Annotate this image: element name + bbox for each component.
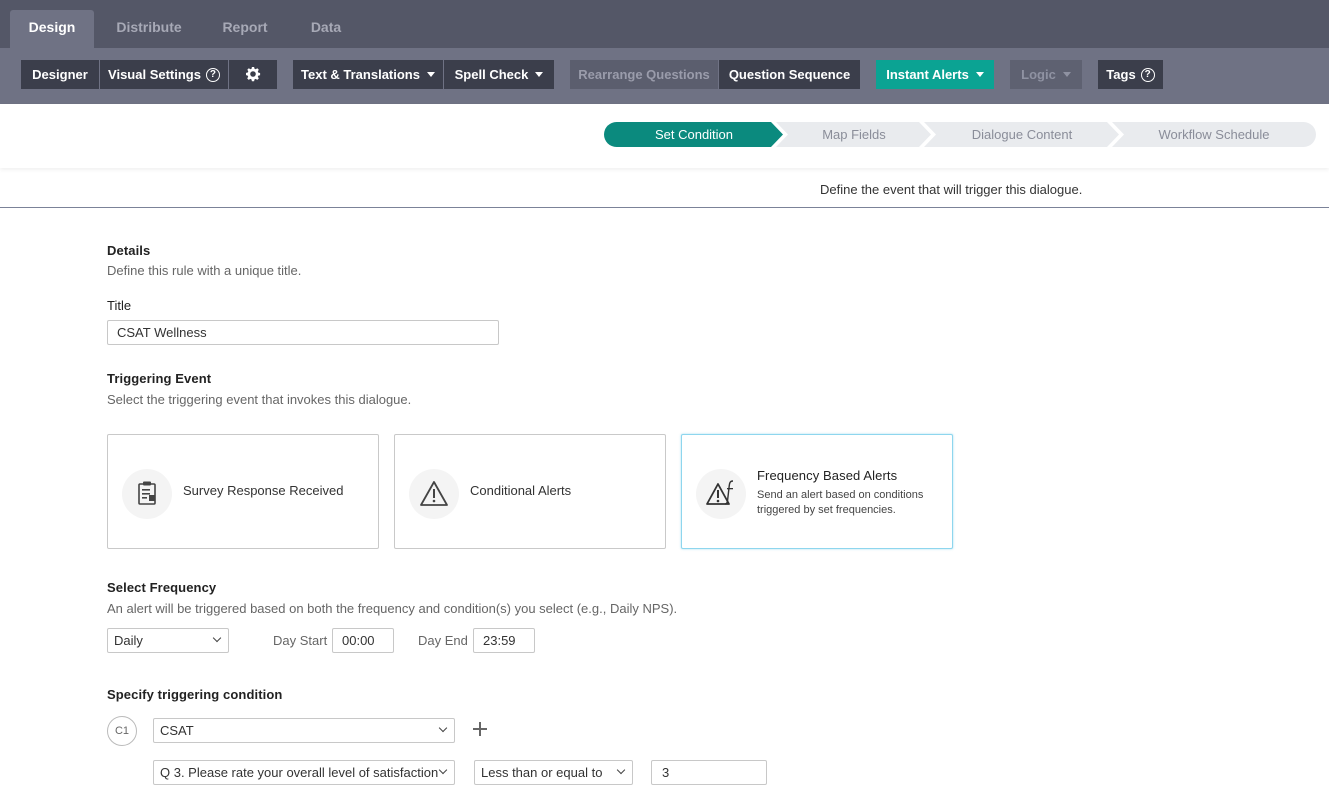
triggering-event-heading: Triggering Event — [107, 371, 212, 386]
question-sequence-button[interactable]: Question Sequence — [719, 60, 860, 89]
details-heading: Details — [107, 243, 151, 258]
event-card-frequency-alerts[interactable]: Frequency Based Alerts Send an alert bas… — [681, 434, 953, 549]
details-description: Define this rule with a unique title. — [107, 263, 302, 278]
design-toolbar: Designer Visual Settings? Text & Transla… — [0, 48, 1329, 104]
event-card-survey-response[interactable]: Survey Response Received — [107, 434, 379, 549]
step-workflow-schedule[interactable]: Workflow Schedule — [1112, 122, 1316, 147]
day-end-label: Day End — [418, 633, 468, 648]
instant-alerts-dropdown[interactable]: Instant Alerts — [876, 60, 994, 89]
help-icon: ? — [1140, 67, 1155, 82]
day-start-label: Day Start — [273, 633, 328, 648]
step-set-condition[interactable]: Set Condition — [604, 122, 784, 147]
visual-settings-button[interactable]: Visual Settings? — [100, 60, 228, 89]
gear-icon — [246, 67, 261, 82]
step-subtitle: Define the event that will trigger this … — [820, 182, 1083, 197]
wizard-stepper: Set Condition Map Fields Dialogue Conten… — [0, 104, 1329, 168]
event-card-title: Survey Response Received — [183, 483, 344, 498]
condition-heading: Specify triggering condition — [107, 687, 283, 702]
condition-badge: C1 — [107, 716, 137, 746]
step-map-fields[interactable]: Map Fields — [776, 122, 932, 147]
logic-dropdown[interactable]: Logic — [1010, 60, 1082, 89]
frequency-description: An alert will be triggered based on both… — [107, 601, 678, 616]
condition-metric-select[interactable]: CSAT — [153, 718, 455, 743]
condition-operator-select[interactable]: Less than or equal to — [474, 760, 633, 785]
frequency-select[interactable]: Daily — [107, 628, 229, 653]
warning-icon — [409, 469, 459, 519]
tags-button[interactable]: Tags? — [1098, 60, 1163, 89]
title-input[interactable]: CSAT Wellness — [107, 320, 499, 345]
clipboard-icon — [122, 469, 172, 519]
text-translations-dropdown[interactable]: Text & Translations — [293, 60, 443, 89]
day-end-input[interactable]: 23:59 — [473, 628, 535, 653]
condition-question-select[interactable]: Q 3. Please rate your overall level of s… — [153, 760, 455, 785]
caret-down-icon — [975, 72, 984, 78]
triggering-event-description: Select the triggering event that invokes… — [107, 392, 412, 407]
top-nav: Design Distribute Report Data — [0, 0, 1329, 48]
condition-value-input[interactable]: 3 — [651, 760, 767, 785]
designer-button[interactable]: Designer — [21, 60, 99, 89]
caret-down-icon — [426, 72, 435, 78]
event-card-title: Frequency Based Alerts — [757, 468, 898, 483]
tab-distribute[interactable]: Distribute — [104, 10, 194, 48]
event-card-description: Send an alert based on conditions trigge… — [757, 489, 924, 516]
help-icon: ? — [205, 67, 220, 82]
caret-down-icon — [535, 72, 544, 78]
event-card-title: Conditional Alerts — [470, 483, 572, 498]
day-start-input[interactable]: 00:00 — [332, 628, 394, 653]
divider — [0, 207, 1329, 208]
tab-design[interactable]: Design — [10, 10, 94, 48]
rearrange-questions-button[interactable]: Rearrange Questions — [570, 60, 718, 89]
event-card-conditional-alerts[interactable]: Conditional Alerts — [394, 434, 666, 549]
caret-down-icon — [1062, 72, 1071, 78]
title-label: Title — [107, 298, 132, 313]
tab-report[interactable]: Report — [210, 10, 280, 48]
step-dialogue-content[interactable]: Dialogue Content — [924, 122, 1120, 147]
spell-check-dropdown[interactable]: Spell Check — [444, 60, 554, 89]
settings-button[interactable] — [229, 60, 277, 89]
frequency-heading: Select Frequency — [107, 580, 217, 595]
add-condition-icon[interactable] — [471, 720, 489, 738]
tab-data[interactable]: Data — [296, 10, 356, 48]
frequency-alert-icon — [696, 469, 746, 519]
